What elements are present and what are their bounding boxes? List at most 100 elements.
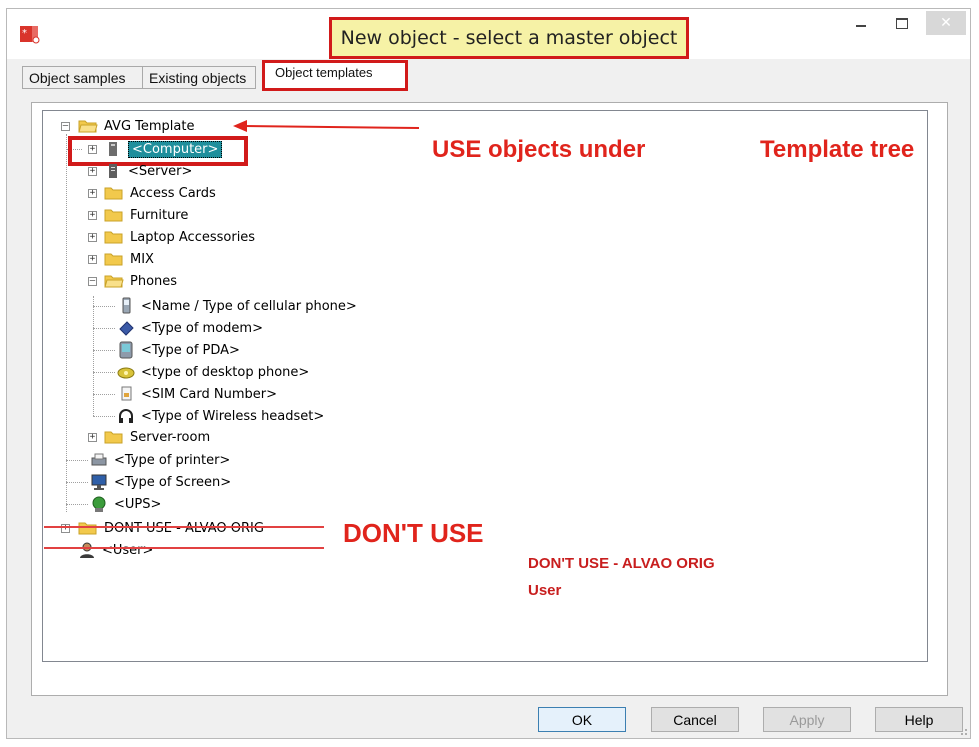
tree-node-ups[interactable]: <UPS> (90, 494, 161, 514)
expand-toggle[interactable]: + (88, 167, 97, 176)
tree-node-label: <Name / Type of cellular phone> (141, 298, 357, 314)
tree-node-label: <UPS> (114, 496, 162, 512)
annotation-dont-use: DON'T USE (343, 518, 484, 548)
folder-icon (104, 230, 124, 244)
tree-node-label: <Type of PDA> (141, 342, 240, 358)
tree-node-user[interactable]: <User> (78, 540, 153, 560)
tree-node-modem[interactable]: <Type of modem> (117, 318, 263, 338)
tree-node-access-cards[interactable]: Access Cards (104, 183, 216, 203)
tree-node-furniture[interactable]: Furniture (104, 205, 188, 225)
tab-label: Object samples (29, 69, 126, 86)
ups-icon (90, 495, 108, 513)
annotation-use-objects: USE objects under (432, 136, 646, 163)
help-button[interactable]: Help (875, 707, 963, 732)
tree-line (66, 504, 88, 505)
tree-node-label: <Type of Screen> (114, 474, 232, 490)
close-button[interactable]: ✕ (926, 11, 966, 35)
minimize-button[interactable] (844, 11, 878, 35)
tree-line (93, 372, 115, 373)
window-title: New object - select a master object (329, 17, 689, 59)
expand-toggle[interactable]: + (88, 255, 97, 264)
annotation-arrow (233, 120, 419, 132)
maximize-button[interactable] (885, 11, 919, 35)
tree-node-label: MIX (130, 251, 154, 267)
tree-node-desktop-phone[interactable]: <type of desktop phone> (117, 362, 309, 382)
collapse-toggle[interactable]: – (88, 277, 97, 286)
app-icon: * (19, 23, 41, 45)
tree-line (93, 296, 94, 416)
server-icon (104, 162, 122, 180)
tree-node-computer[interactable]: <Computer> (104, 139, 223, 159)
tree-node-label: Phones (130, 273, 178, 289)
annotation-template-tree: Template tree (760, 136, 915, 163)
expand-toggle[interactable]: + (88, 433, 97, 442)
annotation-strike-line (44, 547, 324, 549)
cellphone-icon (117, 297, 135, 315)
tree-node-cellular-phone[interactable]: <Name / Type of cellular phone> (117, 296, 357, 316)
tree-node-label: <User> (102, 542, 154, 558)
desk-phone-icon (117, 363, 135, 381)
tab-object-templates[interactable]: Object templates (262, 60, 408, 91)
tree-node-laptop-accessories[interactable]: Laptop Accessories (104, 227, 255, 247)
tree-node-label: Furniture (130, 207, 189, 223)
tree-node-sim-card[interactable]: <SIM Card Number> (117, 384, 277, 404)
annotation-dont-use-orig: DON'T USE - ALVAO ORIG (528, 555, 715, 572)
tree-node-server-room[interactable]: Server-room (104, 427, 210, 447)
tree-node-pda[interactable]: <Type of PDA> (117, 340, 240, 360)
tree-node-label: <type of desktop phone> (141, 364, 310, 380)
tree-node-printer[interactable]: <Type of printer> (90, 450, 230, 470)
tree-node-label: <SIM Card Number> (141, 386, 277, 402)
apply-button[interactable]: Apply (763, 707, 851, 732)
tree-node-label: Server-room (130, 429, 211, 445)
tree-node-avg-template[interactable]: AVG Template (78, 116, 194, 136)
pda-icon (117, 341, 135, 359)
tree-line (93, 416, 115, 417)
tree-node-label: <Type of Wireless headset> (141, 408, 325, 424)
svg-text:*: * (22, 28, 27, 39)
tab-object-samples[interactable]: Object samples (22, 66, 142, 89)
tree-node-label: <Computer> (128, 140, 223, 158)
tab-label: Existing objects (149, 69, 247, 86)
computer-icon (104, 140, 122, 158)
tree-node-dont-use-alvao-orig[interactable]: DONT USE - ALVAO ORIG (78, 518, 264, 538)
expand-toggle[interactable]: + (88, 189, 97, 198)
tree-line (93, 328, 115, 329)
collapse-toggle[interactable]: – (61, 122, 70, 131)
expand-toggle[interactable]: + (88, 211, 97, 220)
tree-node-label: <Server> (128, 163, 193, 179)
folder-open-icon (104, 274, 124, 288)
annotation-strike-line (44, 526, 324, 528)
tree-line (93, 306, 115, 307)
annotation-user: User (528, 582, 562, 599)
folder-icon (104, 430, 124, 444)
tree-node-mix[interactable]: MIX (104, 249, 154, 269)
tree-line (93, 394, 115, 395)
user-icon (78, 541, 96, 559)
folder-icon (104, 252, 124, 266)
tab-existing-objects[interactable]: Existing objects (142, 66, 256, 89)
modem-icon (117, 319, 135, 337)
printer-icon (90, 451, 108, 469)
tree-line (66, 134, 67, 512)
headset-icon (117, 407, 135, 425)
cancel-button[interactable]: Cancel (651, 707, 739, 732)
folder-icon (104, 208, 124, 222)
sim-card-icon (117, 385, 135, 403)
tree-node-phones[interactable]: Phones (104, 271, 177, 291)
tree-node-label: Laptop Accessories (130, 229, 256, 245)
tree-node-label: DONT USE - ALVAO ORIG (104, 520, 264, 536)
monitor-icon (90, 473, 108, 491)
title-bar: * New object - select a master object ✕ (7, 9, 970, 59)
tree-node-wireless-headset[interactable]: <Type of Wireless headset> (117, 406, 324, 426)
resize-grip-icon[interactable] (958, 726, 968, 736)
tree-line (93, 350, 115, 351)
tree-node-label: <Type of modem> (141, 320, 263, 336)
tree-node-label: Access Cards (130, 185, 216, 201)
tree-node-server[interactable]: <Server> (104, 161, 192, 181)
tree-node-screen[interactable]: <Type of Screen> (90, 472, 231, 492)
folder-open-icon (78, 119, 98, 133)
expand-toggle[interactable]: + (88, 233, 97, 242)
tab-label: Object templates (275, 65, 373, 80)
ok-button[interactable]: OK (538, 707, 626, 732)
expand-toggle[interactable]: + (88, 145, 97, 154)
